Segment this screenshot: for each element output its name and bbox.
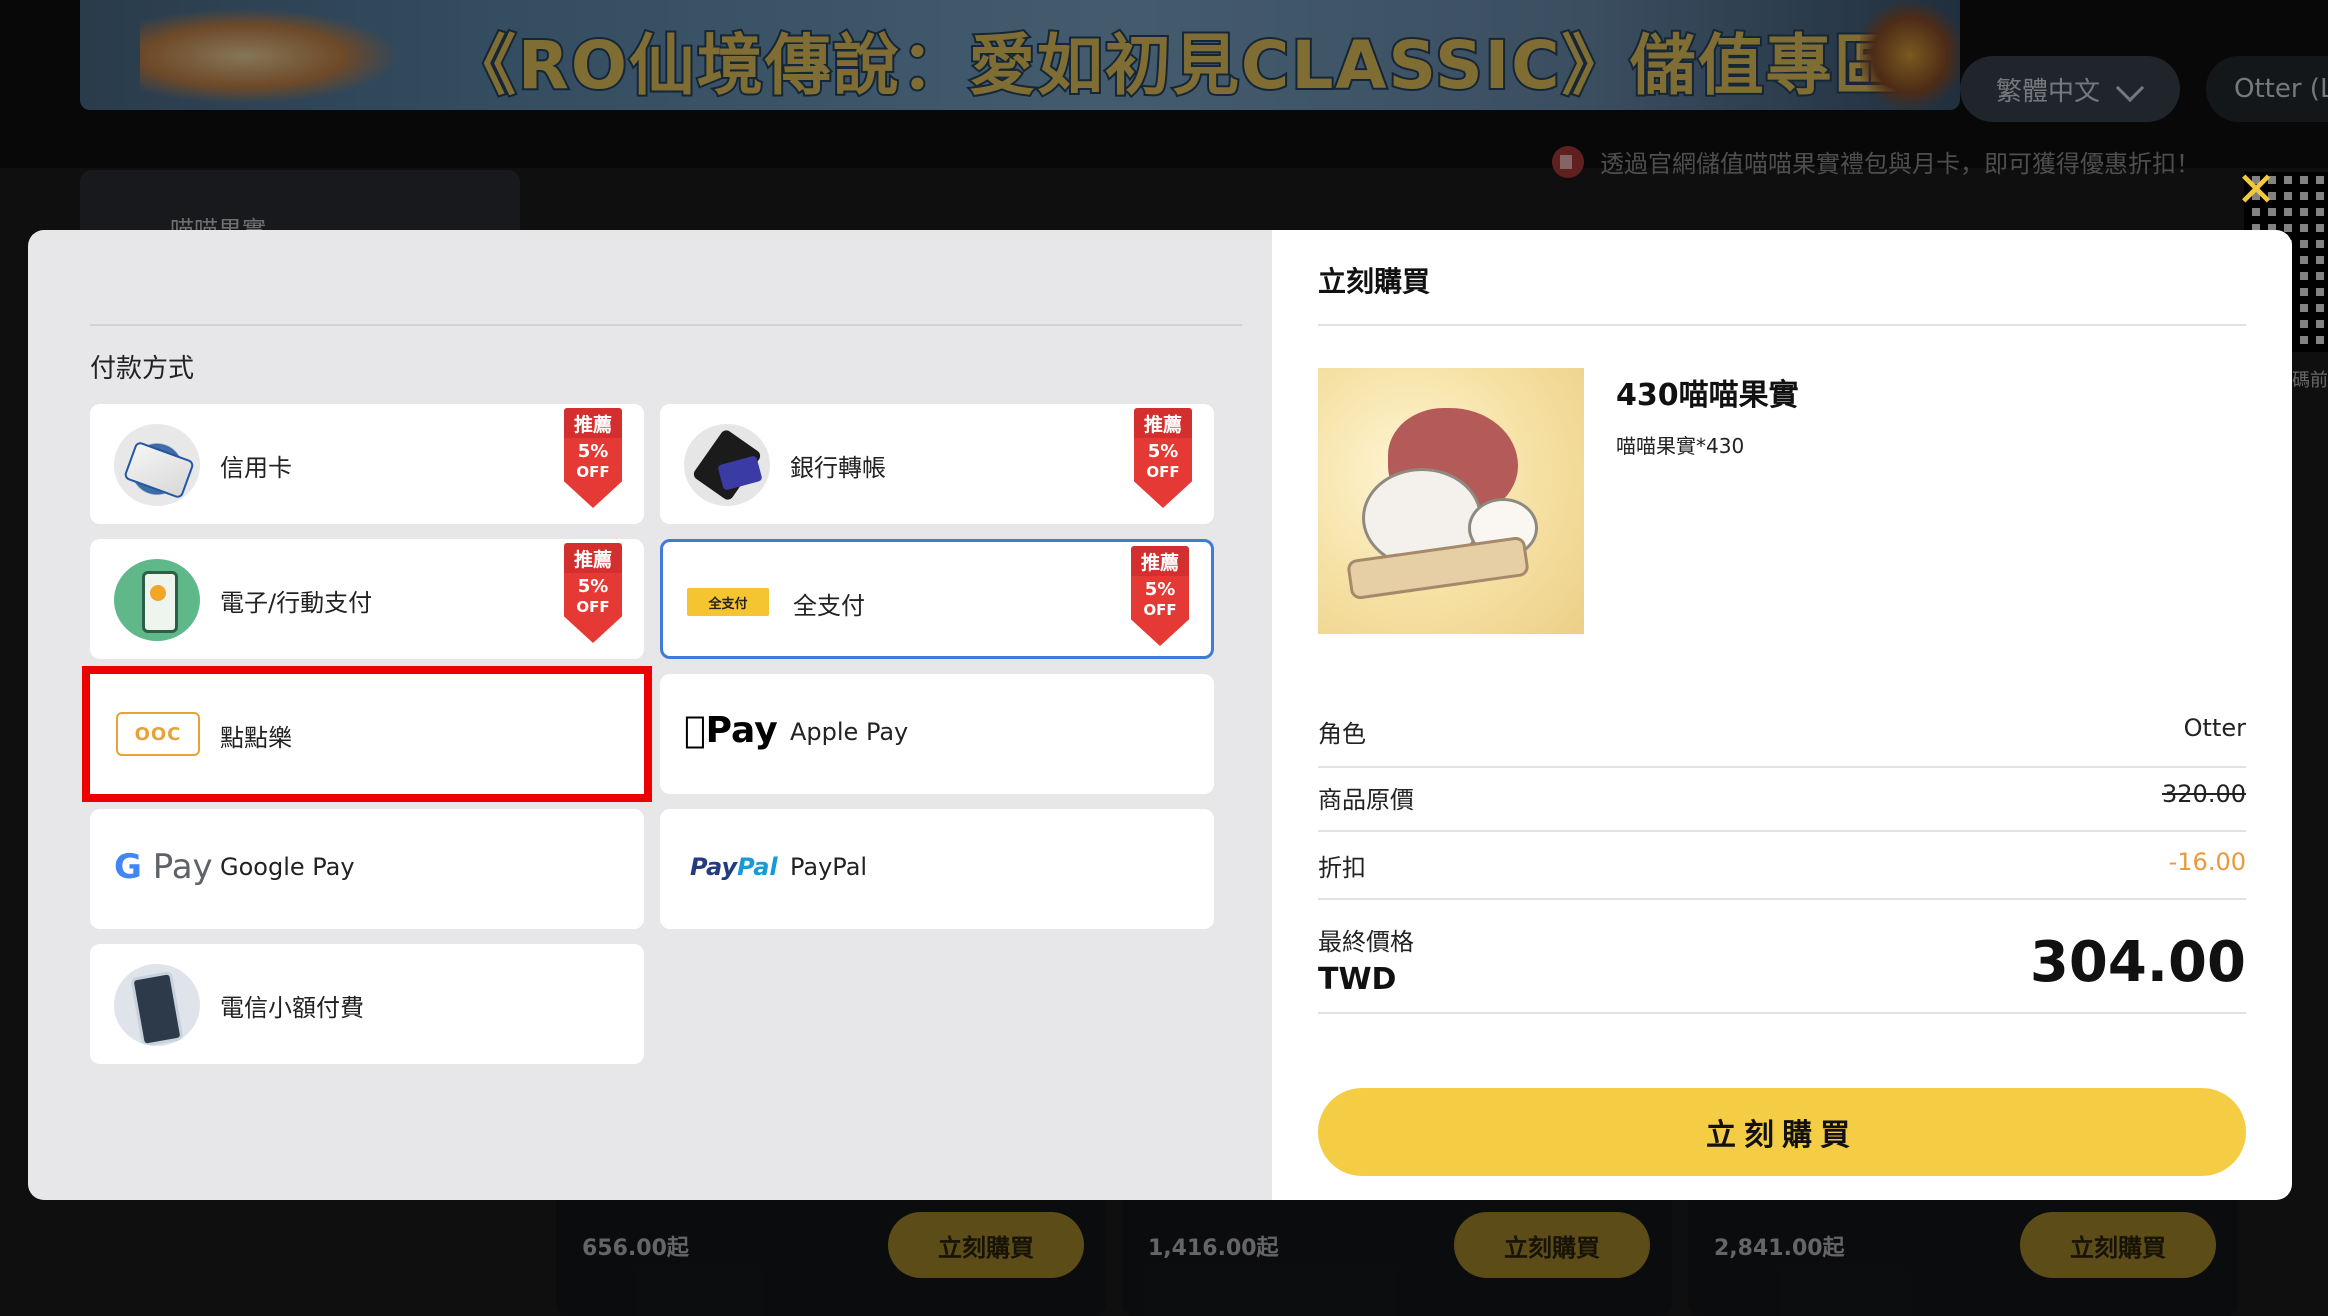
payment-option-label: PayPal <box>790 853 868 881</box>
badge-recommend-text: 推薦 <box>1131 546 1189 576</box>
payment-option-label: Apple Pay <box>790 718 909 746</box>
divider <box>90 324 1242 326</box>
badge-off: OFF <box>1143 601 1177 619</box>
payment-option-label: 信用卡 <box>220 454 292 482</box>
product-name: 430喵喵果實 <box>1616 378 1799 413</box>
payment-option-label: 銀行轉帳 <box>790 454 886 482</box>
payment-option-credit-card[interactable]: 信用卡 推薦 5% OFF <box>90 404 644 524</box>
payment-option-telecom-billing[interactable]: 電信小額付費 <box>90 944 644 1064</box>
divider <box>1318 898 2246 900</box>
recommended-badge: 推薦 5% OFF <box>564 408 622 508</box>
paypal-logo-icon: PayPal <box>690 853 778 881</box>
divider <box>1318 766 2246 768</box>
buy-now-button[interactable]: 立刻購買 <box>1318 1088 2246 1176</box>
payment-option-label: 電信小額付費 <box>220 994 364 1022</box>
purchase-summary-pane: 立刻購買 430喵喵果實 喵喵果實*430 角色 Otter 商品原價 320.… <box>1272 230 2292 1200</box>
discount-label: 折扣 <box>1318 854 1366 882</box>
apple-pay-word: Pay <box>684 710 778 751</box>
badge-discount-arrow: 5% OFF <box>564 573 622 643</box>
payment-option-ooc[interactable]: OOC 點點樂 <box>82 666 652 802</box>
final-price-value: 304.00 <box>2029 930 2246 995</box>
paypal-pal-word: Pal <box>737 853 778 881</box>
purchase-title: 立刻購買 <box>1318 265 1431 298</box>
mobile-payment-icon <box>114 559 200 641</box>
badge-recommend-text: 推薦 <box>564 543 622 573</box>
payment-option-label: 全支付 <box>793 592 865 620</box>
divider <box>1318 324 2246 326</box>
badge-discount-arrow: 5% OFF <box>564 438 622 508</box>
payment-section-title: 付款方式 <box>90 354 195 384</box>
badge-recommend-text: 推薦 <box>1134 408 1192 438</box>
payment-option-quanzhifu[interactable]: 全支付 全支付 推薦 5% OFF <box>660 539 1214 659</box>
original-price-value: 320.00 <box>2162 780 2246 808</box>
payment-option-google-pay[interactable]: G Pay Google Pay <box>90 809 644 929</box>
payment-option-mobile-payment[interactable]: 電子/行動支付 推薦 5% OFF <box>90 539 644 659</box>
product-description: 喵喵果實*430 <box>1616 434 1745 458</box>
currency-label: TWD <box>1318 962 1397 997</box>
apple-pay-logo-icon: Pay <box>684 710 778 751</box>
purchase-modal: 付款方式 信用卡 推薦 5% OFF 銀行轉帳 推薦 5% OFF 電子/行動支… <box>28 230 2292 1200</box>
badge-percent: 5% <box>577 441 609 462</box>
google-g-icon: G <box>114 847 142 887</box>
badge-discount-arrow: 5% OFF <box>1134 438 1192 508</box>
recommended-badge: 推薦 5% OFF <box>564 543 622 643</box>
divider <box>1318 1012 2246 1014</box>
payment-option-bank-transfer[interactable]: 銀行轉帳 推薦 5% OFF <box>660 404 1214 524</box>
final-price-label: 最終價格 <box>1318 928 1414 956</box>
badge-percent: 5% <box>1144 579 1176 600</box>
ooc-logo-icon: OOC <box>116 712 200 756</box>
payment-option-apple-pay[interactable]: Pay Apple Pay <box>660 674 1214 794</box>
google-pay-logo-icon: G Pay <box>114 847 213 887</box>
quanzhifu-logo-icon: 全支付 <box>687 588 769 616</box>
paypal-pay-word: Pay <box>690 853 738 881</box>
badge-off: OFF <box>576 463 610 481</box>
role-label: 角色 <box>1318 720 1366 748</box>
bank-transfer-icon <box>684 424 770 506</box>
payment-option-label: Google Pay <box>220 853 355 881</box>
google-pay-word: Pay <box>152 847 213 887</box>
badge-recommend-text: 推薦 <box>564 408 622 438</box>
recommended-badge: 推薦 5% OFF <box>1134 408 1192 508</box>
recommended-badge: 推薦 5% OFF <box>1131 546 1189 646</box>
badge-off: OFF <box>1146 463 1180 481</box>
telecom-billing-icon <box>114 964 200 1046</box>
payment-option-paypal[interactable]: PayPal PayPal <box>660 809 1214 929</box>
divider <box>1318 830 2246 832</box>
badge-percent: 5% <box>1147 441 1179 462</box>
original-price-label: 商品原價 <box>1318 786 1414 814</box>
discount-value: -16.00 <box>2168 848 2246 876</box>
payment-method-pane: 付款方式 信用卡 推薦 5% OFF 銀行轉帳 推薦 5% OFF 電子/行動支… <box>28 230 1272 1200</box>
role-value: Otter <box>2183 714 2246 742</box>
payment-option-label: 點點樂 <box>220 724 292 752</box>
badge-percent: 5% <box>577 576 609 597</box>
badge-discount-arrow: 5% OFF <box>1131 576 1189 646</box>
close-icon[interactable]: ✕ <box>2236 166 2276 214</box>
payment-option-label: 電子/行動支付 <box>220 589 373 617</box>
badge-off: OFF <box>576 598 610 616</box>
apple-icon:  <box>684 710 706 751</box>
credit-card-icon <box>114 424 200 506</box>
product-image <box>1318 368 1584 634</box>
